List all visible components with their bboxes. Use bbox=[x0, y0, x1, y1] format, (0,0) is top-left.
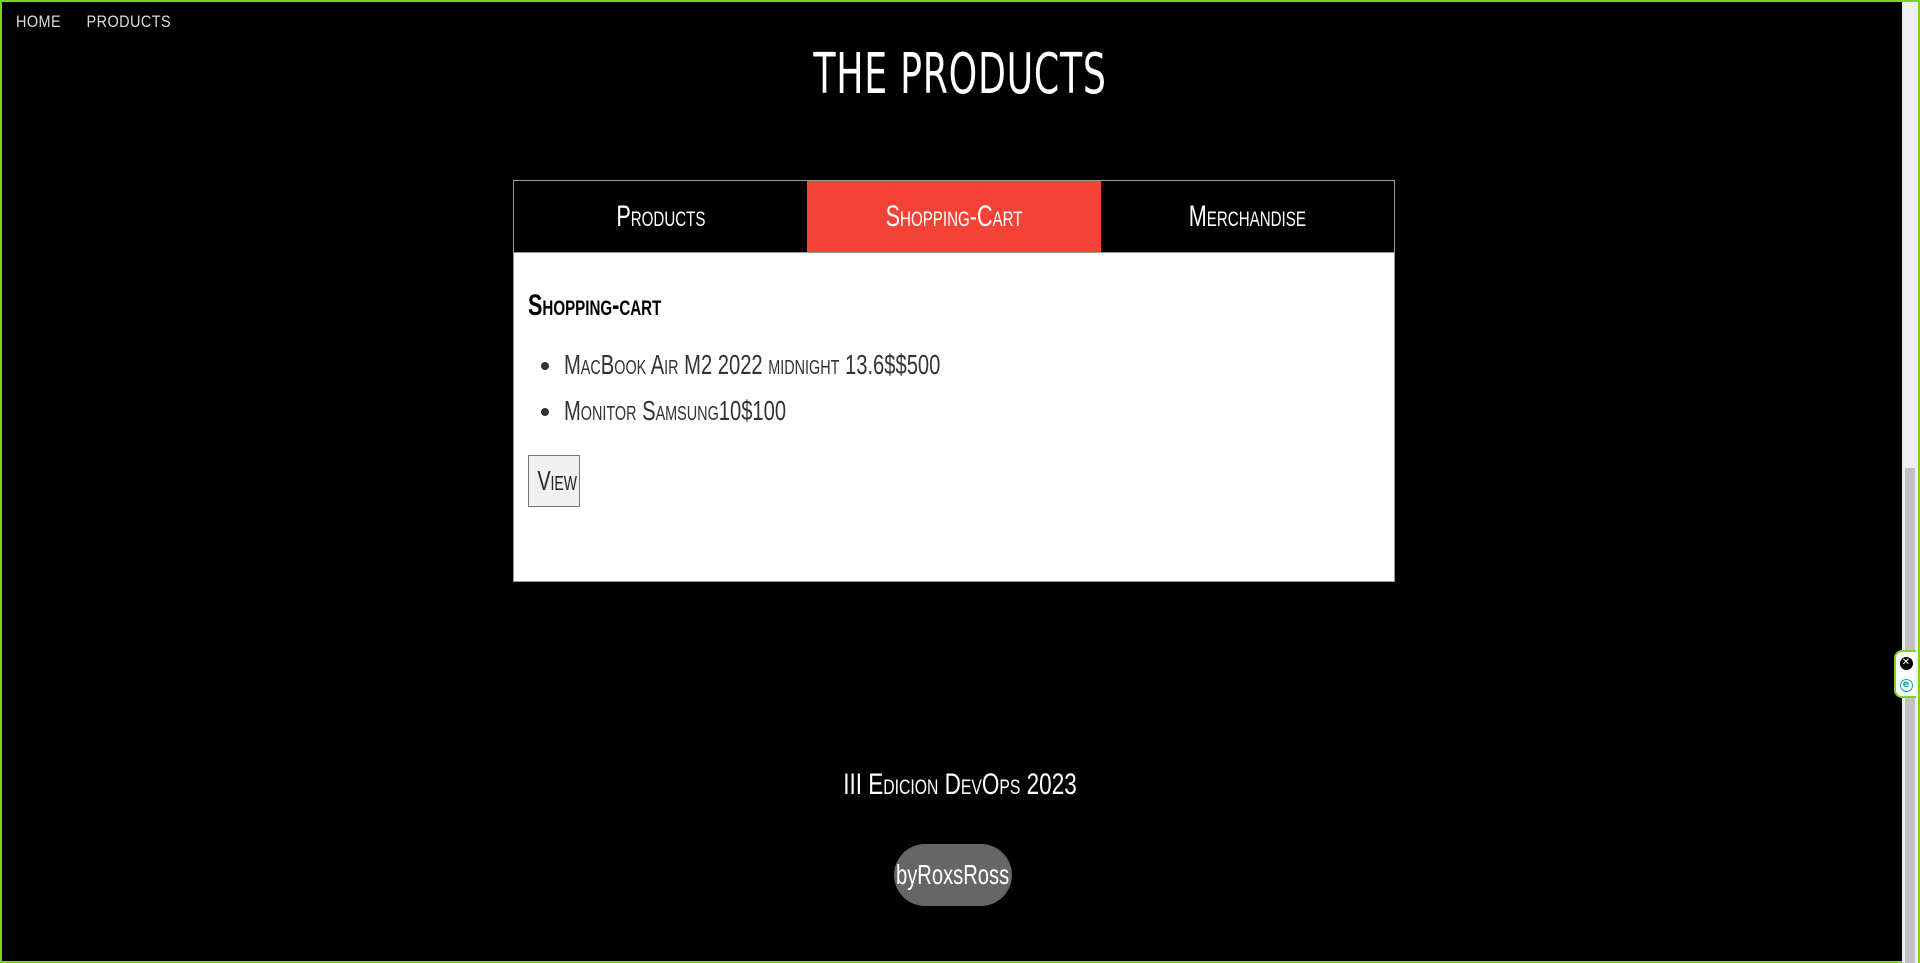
cart-item-label: MacBook Air M2 2022 midnight 13.6$$500 bbox=[564, 349, 941, 380]
tab-shopping-cart-label: Shopping-Cart bbox=[885, 199, 1023, 233]
extension-widget: ✕ e bbox=[1894, 650, 1916, 698]
tab-bar: Products Shopping-Cart Merchandise bbox=[514, 181, 1394, 253]
footer-text: III Edicion DevOps 2023 bbox=[843, 768, 1077, 801]
nav-products-link[interactable]: PRODUCTS bbox=[87, 12, 171, 32]
cart-item-label: Monitor Samsung10$100 bbox=[564, 395, 787, 426]
scrollbar-thumb[interactable] bbox=[1905, 468, 1915, 963]
tab-products-label: Products bbox=[616, 199, 706, 233]
e-extension-icon[interactable]: e bbox=[1899, 678, 1913, 692]
tab-products[interactable]: Products bbox=[514, 181, 807, 252]
close-icon[interactable]: ✕ bbox=[1899, 656, 1913, 670]
tab-content-shopping-cart: Shopping-cart MacBook Air M2 2022 midnig… bbox=[514, 253, 1394, 521]
tab-merchandise[interactable]: Merchandise bbox=[1101, 181, 1394, 252]
cart-section-title: Shopping-cart bbox=[528, 289, 662, 322]
cart-item: MacBook Air M2 2022 midnight 13.6$$500 bbox=[564, 349, 1380, 381]
tab-shopping-cart[interactable]: Shopping-Cart bbox=[807, 181, 1101, 252]
cart-item: Monitor Samsung10$100 bbox=[564, 395, 1380, 427]
top-nav: HOME PRODUCTS bbox=[16, 12, 171, 32]
tabs-card: Products Shopping-Cart Merchandise Shopp… bbox=[513, 180, 1395, 582]
author-button[interactable]: byRoxsRoss bbox=[894, 844, 1012, 906]
author-label: byRoxsRoss bbox=[896, 859, 1010, 890]
view-button-label: View bbox=[537, 465, 577, 496]
tab-merchandise-label: Merchandise bbox=[1188, 199, 1306, 233]
cart-item-list: MacBook Air M2 2022 midnight 13.6$$500 M… bbox=[528, 349, 1380, 427]
page-title: THE PRODUCTS bbox=[813, 42, 1107, 107]
view-button[interactable]: View bbox=[528, 455, 580, 507]
vertical-scrollbar[interactable] bbox=[1902, 2, 1918, 963]
nav-home-link[interactable]: HOME bbox=[16, 12, 61, 32]
